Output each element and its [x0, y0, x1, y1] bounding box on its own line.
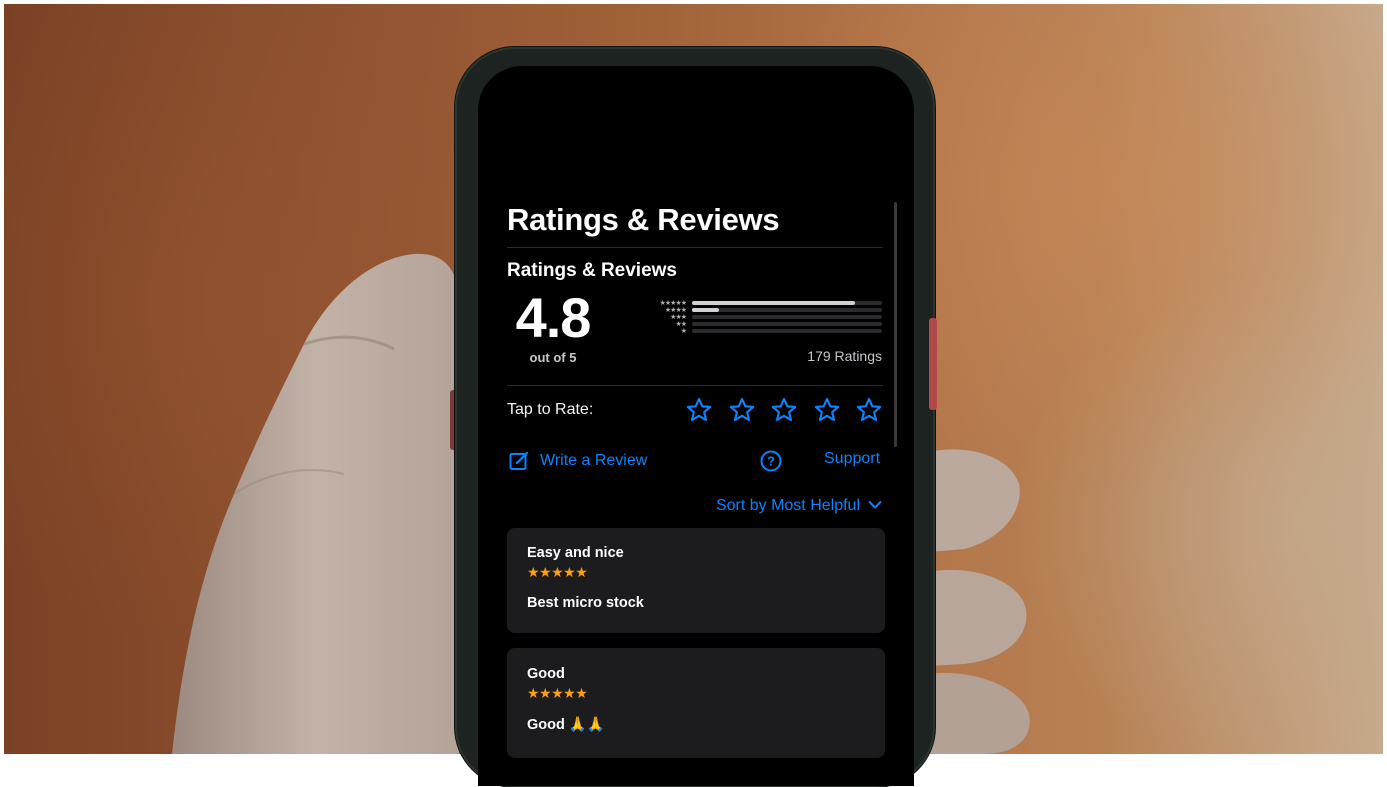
scroll-indicator[interactable] — [894, 202, 897, 447]
distribution-stars-icon: ★★ — [675, 321, 687, 328]
phone-side-button — [929, 318, 937, 410]
distribution-row-1-star: ★ — [646, 328, 882, 335]
review-body: Best micro stock — [527, 595, 644, 611]
distribution-bar-track — [692, 301, 882, 305]
average-rating: 4.8 — [515, 286, 592, 349]
distribution-bar-fill — [692, 308, 719, 312]
distribution-stars-icon: ★★★★ — [664, 307, 687, 314]
distribution-row-4-star: ★★★★ — [646, 307, 882, 314]
distribution-bar-track — [692, 315, 882, 319]
distribution-row-3-star: ★★★ — [646, 314, 882, 321]
distribution-stars-icon: ★★★★★ — [659, 300, 687, 307]
review-card[interactable]: Good ★★★★★ Good 🙏🙏 — [507, 648, 885, 758]
divider — [507, 385, 883, 386]
distribution-bar-track — [692, 308, 882, 312]
distribution-bar-track — [692, 322, 882, 326]
write-review-label: Write a Review — [540, 451, 648, 469]
distribution-bar-fill — [692, 301, 855, 305]
distribution-row-2-star: ★★ — [646, 321, 882, 328]
rate-star-5-icon[interactable] — [855, 396, 883, 424]
review-title: Good — [527, 666, 565, 682]
divider — [507, 247, 883, 248]
support-link[interactable]: Support — [824, 450, 880, 468]
rate-star-1-icon[interactable] — [685, 396, 713, 424]
sort-dropdown[interactable]: Sort by Most Helpful — [716, 497, 882, 515]
question-circle-icon: ? — [760, 450, 782, 472]
ratings-count: 179 Ratings — [807, 348, 882, 364]
chevron-down-icon — [868, 497, 882, 515]
rate-star-2-icon[interactable] — [728, 396, 756, 424]
review-title: Easy and nice — [527, 545, 624, 561]
sort-label: Sort by Most Helpful — [715, 497, 860, 514]
review-body: Good 🙏🙏 — [527, 717, 605, 733]
review-stars: ★★★★★ — [527, 685, 588, 701]
rate-star-4-icon[interactable] — [813, 396, 841, 424]
review-stars: ★★★★★ — [527, 564, 588, 580]
rate-star-3-icon[interactable] — [770, 396, 798, 424]
distribution-stars-icon: ★★★ — [670, 314, 687, 321]
page-title: Ratings & Reviews — [507, 202, 780, 237]
distribution-row-5-star: ★★★★★ — [646, 300, 882, 307]
out-of-label: out of 5 — [529, 350, 577, 365]
distribution-stars-icon: ★ — [680, 328, 687, 335]
distribution-bar-track — [692, 329, 882, 333]
write-review-button[interactable]: Write a Review — [509, 450, 647, 471]
support-help-button[interactable]: ? — [760, 450, 782, 472]
svg-text:?: ? — [767, 454, 775, 469]
tap-to-rate-label: Tap to Rate: — [507, 401, 594, 418]
compose-icon — [509, 450, 530, 471]
ratings-section-title: Ratings & Reviews — [507, 260, 677, 281]
review-card[interactable]: Easy and nice ★★★★★ Best micro stock — [507, 528, 885, 633]
phone-screen[interactable]: Ratings & Reviews Ratings & Reviews 4.8 … — [478, 66, 914, 786]
